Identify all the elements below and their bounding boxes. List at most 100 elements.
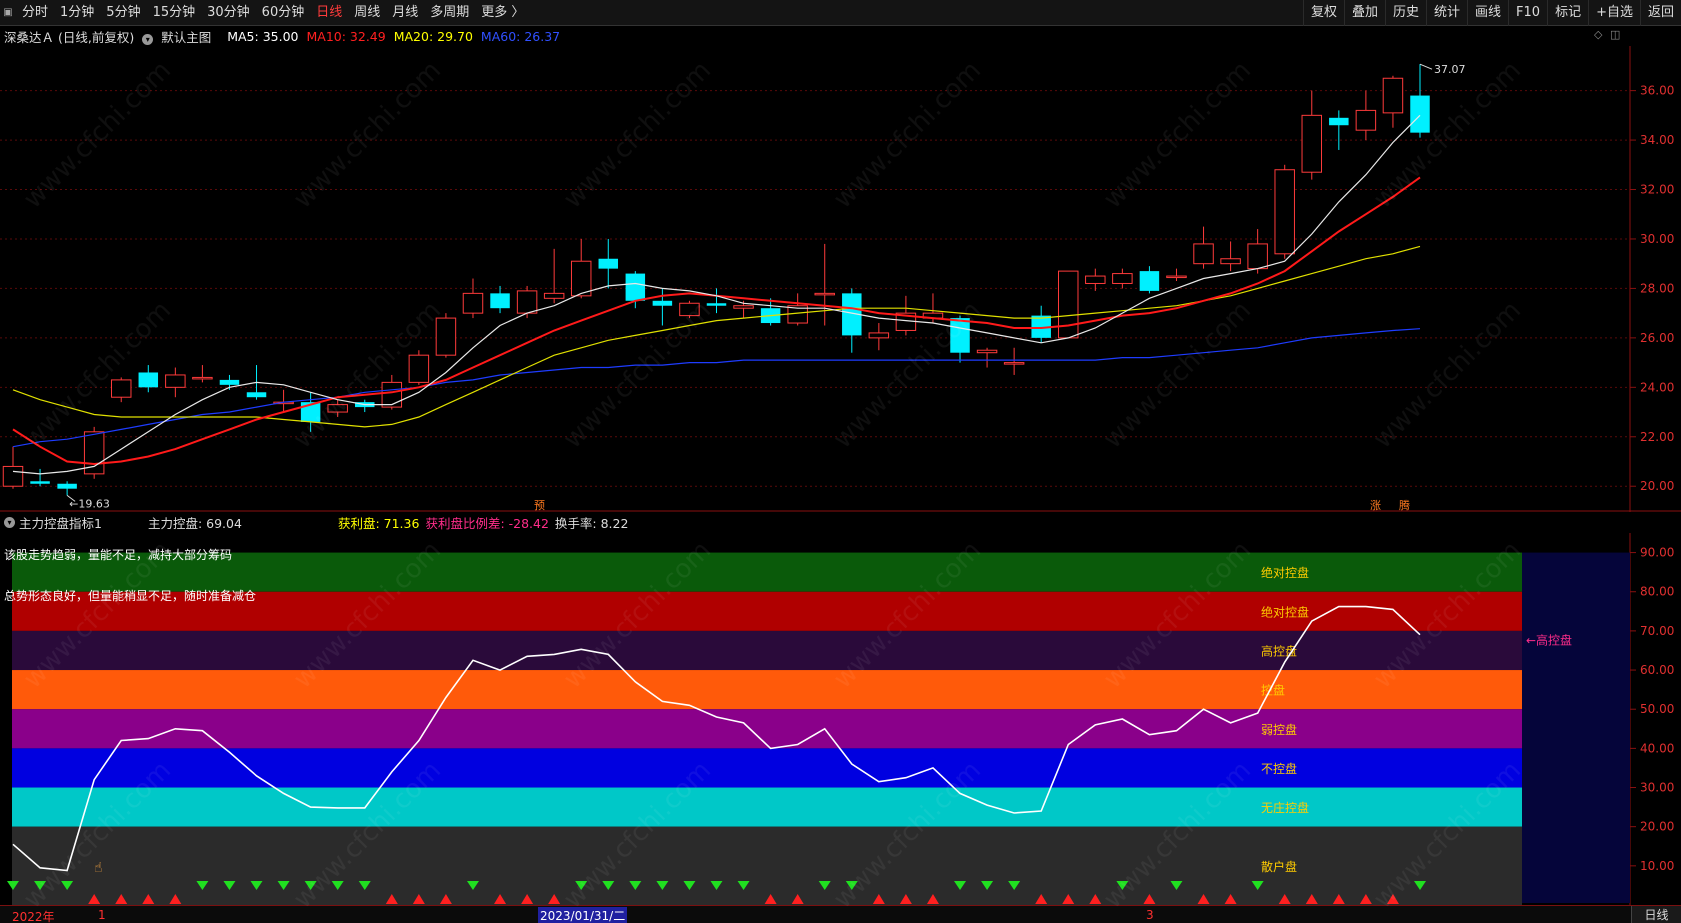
toolbar-button[interactable]: 历史 [1384, 0, 1426, 26]
diamond-icon[interactable]: ◇ [1594, 28, 1602, 41]
candle-body [192, 376, 213, 380]
month-1-label: 1 [98, 908, 106, 922]
candle-body [1085, 275, 1106, 284]
period-tab[interactable]: 日线 [310, 0, 348, 26]
band-label: 绝对控盘 [1261, 604, 1309, 619]
y-tick-label: 40.00 [1640, 741, 1674, 755]
candle-body [1166, 275, 1187, 279]
ma60-label: MA60: 26.37 [480, 28, 561, 44]
y-tick-label: 28.00 [1640, 281, 1674, 295]
candle-body [1410, 95, 1430, 133]
candle-body [733, 305, 754, 309]
candle-body [327, 404, 348, 413]
period-tab[interactable]: 多周期 [424, 0, 475, 26]
candle-body [1139, 271, 1160, 291]
ma10-label: MA10: 32.49 [306, 28, 386, 44]
candle-body [652, 300, 673, 306]
candle-body [138, 372, 159, 388]
y-tick-label: 20.00 [1640, 820, 1674, 834]
y-tick-label: 26.00 [1640, 331, 1674, 345]
indicator-name[interactable]: 主力控盘指标1 [19, 513, 102, 532]
main-chart-selector[interactable]: ▾ 默认主图 [142, 27, 219, 46]
period-tab[interactable]: 15分钟 [147, 0, 202, 26]
ma20-line [12, 245, 1421, 428]
toolbar-button[interactable]: 标记 [1547, 0, 1588, 26]
period-tab[interactable]: 1分钟 [54, 0, 100, 26]
chevron-down-icon: ▾ [142, 33, 154, 45]
toolbar-button[interactable]: 复权 [1302, 0, 1344, 26]
candle-body [435, 317, 457, 356]
window-controls: ◇ ◫ [1594, 28, 1620, 41]
y-tick-label: 80.00 [1640, 585, 1674, 599]
y-tick-label: 70.00 [1640, 624, 1674, 638]
y-tick-label: 30.00 [1640, 781, 1674, 795]
candle-body [1301, 114, 1323, 173]
chevron-down-icon[interactable]: ▾ [4, 516, 15, 528]
candle-body [165, 374, 186, 388]
low-price-label: ←19.63 [69, 497, 110, 510]
high-price-label: 37.07 [1434, 63, 1466, 76]
stock-title[interactable]: 深桑达Ａ (日线,前复权) [4, 27, 134, 46]
period-tab[interactable]: 60分钟 [256, 0, 311, 26]
toolbar-button[interactable]: 画线 [1467, 0, 1508, 26]
candle-body [868, 332, 890, 339]
date-cursor-label: 2023/01/31/二 [538, 907, 628, 923]
candle-body [976, 349, 998, 354]
indicator-header: ▾ 主力控盘指标1 主力控盘: 69.04 获利盘: 71.36 获利盘比例差:… [0, 512, 1630, 532]
toolbar-button[interactable]: F10 [1508, 0, 1547, 26]
profit-value: 获利盘: 71.36 [337, 515, 420, 531]
y-tick-label: 24.00 [1640, 380, 1674, 394]
month-3-label: 3 [1146, 908, 1154, 922]
period-tab[interactable]: 月线 [386, 0, 424, 26]
message-1: 该股走势趋弱，量能不足，减持大部分筹码 [4, 548, 233, 562]
marker-yu: 预 [534, 499, 545, 512]
main-chart-label: 默认主图 [161, 29, 212, 45]
y-tick-label: 34.00 [1640, 133, 1674, 147]
period-tab[interactable]: 30分钟 [201, 0, 256, 26]
period-tab[interactable]: 分时 [16, 0, 54, 26]
candle-body [679, 302, 700, 317]
candle-body [1193, 243, 1214, 265]
candle-body [219, 379, 240, 385]
candle-body [516, 290, 538, 314]
toolbar-button[interactable]: 叠加 [1343, 0, 1385, 26]
toolbar-button[interactable]: +自选 [1588, 0, 1640, 26]
toolbar-button[interactable]: 返回 [1639, 0, 1681, 26]
candle-body [1382, 77, 1404, 114]
current-band-label: ←高控盘 [1526, 633, 1572, 648]
candle-body [706, 303, 727, 306]
top-toolbar: ▣ 分时 1分钟 5分钟 15分钟 30分钟 60分钟 日线 周线 月线 多周期 更多 〉 复权 叠加… [0, 0, 1681, 26]
candle-body [1003, 362, 1025, 365]
candle-body [1247, 243, 1268, 270]
band-label: 无庄控盘 [1261, 800, 1309, 815]
toolbar-button[interactable]: 统计 [1426, 0, 1467, 26]
toolbar-actions: 复权 叠加 历史 统计 画线 F10 标记 +自选 返回 [1302, 0, 1681, 26]
candle-body [1329, 117, 1349, 126]
period-tab[interactable]: 更多 〉 [475, 0, 530, 26]
menu-icon[interactable]: ▣ [0, 0, 16, 26]
profit-diff-value: 获利盘比例差: -28.42 [425, 515, 549, 531]
y-tick-label: 20.00 [1640, 479, 1674, 493]
band-label: 散户盘 [1261, 859, 1297, 874]
candle-body [408, 354, 430, 383]
marker-zhang: 涨 [1370, 499, 1381, 512]
period-tab[interactable]: 5分钟 [100, 0, 146, 26]
candle-body [1355, 109, 1377, 131]
candle-body [1274, 169, 1295, 255]
candle-body [814, 292, 835, 296]
candle-body [570, 260, 592, 297]
period-tab[interactable]: 周线 [348, 0, 386, 26]
ma-info-bar: 深桑达Ａ (日线,前复权) ▾ 默认主图 MA5: 35.00 MA10: 32.… [0, 26, 1630, 46]
y-tick-label: 32.00 [1640, 183, 1674, 197]
candle-body [625, 273, 646, 301]
period-tab-daily[interactable]: 日线 [1631, 906, 1681, 923]
period-tabs: ▣ 分时 1分钟 5分钟 15分钟 30分钟 60分钟 日线 周线 月线 多周期 更多 〉 [0, 0, 530, 25]
candle-body [110, 379, 132, 398]
control-band [12, 670, 1522, 710]
candle-body [57, 483, 77, 489]
candle-body [543, 292, 565, 299]
square-icon[interactable]: ◫ [1610, 28, 1620, 41]
kline-chart[interactable]: 36.00 34.00 32.00 30.00 28.00 26.00 24.00 22.00… [0, 46, 1681, 512]
year-label: 2022年 [12, 910, 55, 923]
candle-body [1058, 270, 1079, 339]
